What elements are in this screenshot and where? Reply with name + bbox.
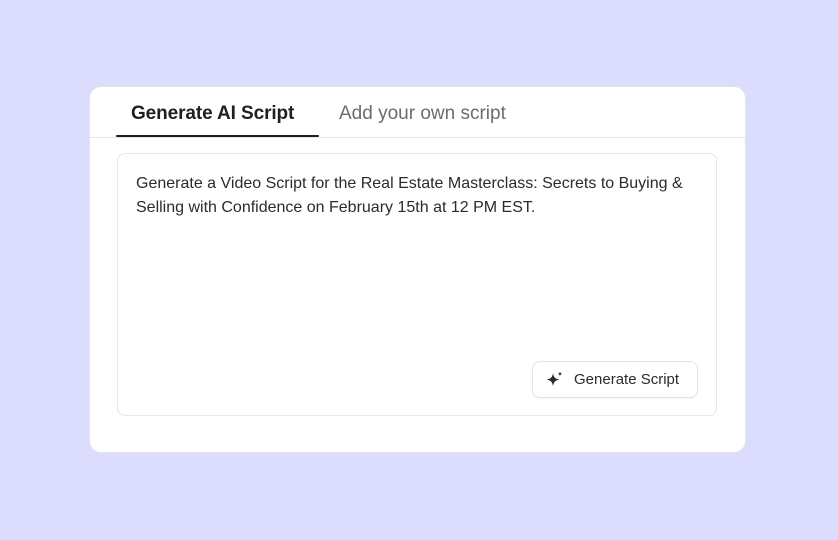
page-background: { "tabs": [ {"label": "Generate AI Scrip… — [0, 0, 838, 540]
script-prompt-textarea[interactable]: Generate a Video Script for the Real Est… — [117, 153, 717, 416]
sparkles-icon — [545, 370, 565, 390]
active-tab-indicator — [116, 135, 319, 137]
tab-generate-ai-script[interactable]: Generate AI Script — [131, 102, 294, 126]
generate-script-button[interactable]: Generate Script — [532, 361, 698, 398]
tab-add-own-script[interactable]: Add your own script — [339, 102, 506, 126]
prompt-text[interactable]: Generate a Video Script for the Real Est… — [136, 172, 696, 220]
generate-script-label: Generate Script — [574, 371, 680, 388]
script-card: Generate AI Script Add your own script G… — [89, 86, 746, 453]
tab-bar: Generate AI Script Add your own script — [90, 87, 745, 138]
